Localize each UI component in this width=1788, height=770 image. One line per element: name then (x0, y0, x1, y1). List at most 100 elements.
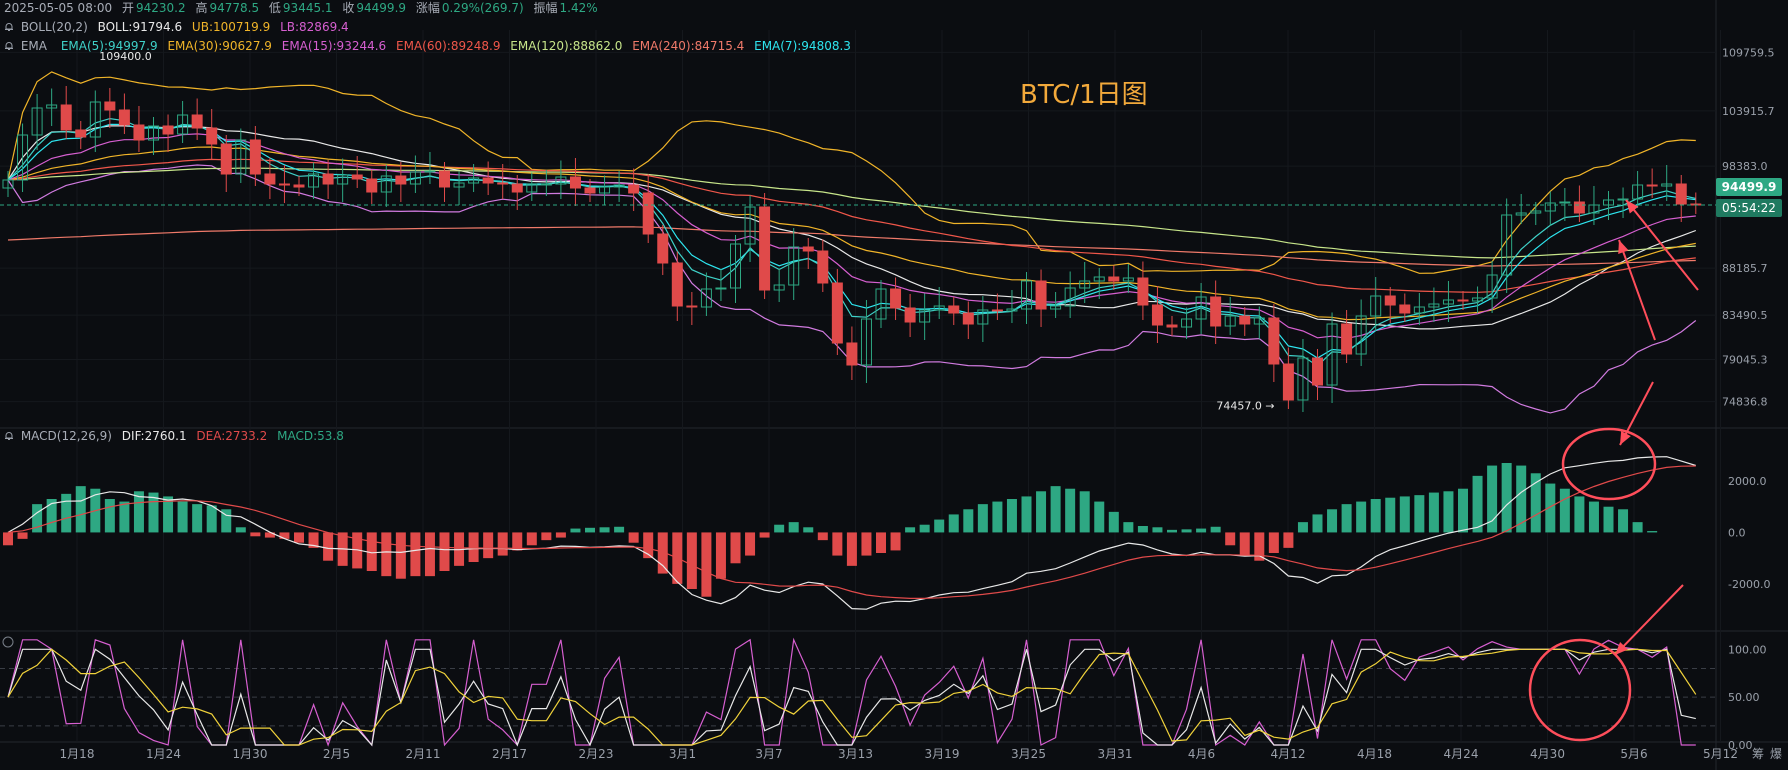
macd-histogram-bar (1152, 527, 1163, 533)
macd-histogram-bar (1370, 499, 1381, 533)
chart-canvas[interactable]: 1月18 1月24 1月30 2月5 2月11 2月17 2月23 3月1 3月7 3月13 3月1… (0, 0, 1788, 770)
macd-histogram-bar (1210, 526, 1221, 533)
candle-body (1268, 317, 1280, 365)
y-tick-label: 79045.3 (1722, 354, 1768, 367)
x-tick-label: 3月31 (1098, 747, 1133, 761)
macd-histogram-bar (1516, 465, 1527, 533)
macd-histogram-bar (701, 532, 712, 597)
osc-y-tick-label: 50.00 (1728, 691, 1760, 704)
current-price-tag: 94499.9 (1716, 178, 1782, 196)
macd-histogram-bar (1283, 532, 1294, 548)
liquidation-icon: 爆 (1770, 747, 1782, 761)
macd-histogram-bar (1094, 501, 1105, 533)
candle-body (162, 125, 174, 135)
macd-y-tick-label: 0.0 (1728, 526, 1746, 539)
macd-histogram-bar (963, 509, 974, 533)
candle-body (264, 173, 276, 185)
macd-histogram-bar (1603, 506, 1614, 533)
macd-histogram-bar (1472, 475, 1483, 533)
macd-histogram-bar (497, 532, 508, 556)
header-amp: 1.42% (559, 1, 598, 15)
macd-histogram-bar (832, 532, 843, 556)
candle-body (1312, 357, 1323, 386)
candle-body (671, 262, 683, 307)
x-tick-label: 1月30 (233, 747, 268, 761)
macd-histogram-bar (948, 514, 959, 533)
candle-body (715, 287, 727, 290)
annotation-arrow-1-head (1626, 200, 1639, 214)
macd-histogram-bar (133, 491, 144, 533)
macd-histogram-bar (1181, 529, 1192, 533)
header-low-label: 低 (268, 1, 281, 15)
macd-histogram-bar (1239, 532, 1250, 556)
macd-histogram-bar (1079, 491, 1090, 533)
macd-histogram-bar (381, 532, 392, 577)
bell-icon[interactable] (4, 431, 14, 441)
header-change-label: 涨幅 (415, 1, 440, 15)
header-open-label: 开 (121, 1, 134, 15)
macd-histogram-bar (250, 532, 261, 537)
boll-ub: UB:100719.9 (191, 20, 271, 34)
candle-body (1341, 323, 1353, 355)
candle-body (1239, 315, 1251, 325)
x-tick-label: 1月24 (146, 747, 181, 761)
header-close-label: 收 (342, 1, 355, 15)
candle-body (657, 233, 669, 264)
candle-body (1282, 363, 1294, 401)
macd-histogram-bar (1050, 486, 1061, 533)
ema-5-value: EMA(5):94997.9 (60, 39, 158, 53)
x-tick-label: 3月1 (669, 747, 696, 761)
chip-icon: 筹 (1752, 747, 1764, 761)
annotation-arrow-4 (1614, 584, 1684, 656)
candle-body (569, 176, 581, 189)
macd-histogram-bar (1225, 532, 1236, 546)
macd-histogram-bar (992, 501, 1003, 533)
macd-dea: DEA:2733.2 (196, 429, 268, 443)
macd-histogram-bar (104, 499, 115, 533)
macd-histogram-bar (759, 532, 770, 538)
ema-7-line (7, 123, 1696, 359)
ema-header: EMA EMA(5):94997.9 EMA(30):90627.9 EMA(1… (4, 38, 857, 54)
candle-body (817, 250, 829, 284)
candle-body (249, 139, 261, 175)
macd-histogram-bar (1065, 488, 1076, 533)
macd-histogram-bar (1647, 531, 1658, 533)
candle-body (322, 173, 334, 185)
candle-body (846, 342, 858, 366)
macd-histogram-bar (1632, 522, 1643, 533)
candle-body (482, 177, 494, 184)
macd-histogram-bar (1356, 501, 1367, 533)
boll-mid-line (7, 125, 1697, 330)
macd-histogram-bar (745, 532, 756, 556)
low-annotation: 74457.0 → (1216, 399, 1274, 412)
macd-histogram-bar (1268, 532, 1279, 553)
candle-body (439, 170, 450, 188)
candle-body (1457, 299, 1469, 302)
candle-body (1675, 183, 1687, 205)
macd-histogram-bar (628, 532, 639, 543)
bell-icon[interactable] (4, 22, 14, 32)
macd-histogram-bar (1618, 509, 1629, 533)
macd-histogram-bar (1588, 501, 1599, 533)
macd-histogram-bar (526, 532, 537, 546)
boll-upper-line (7, 71, 1696, 274)
ema-15-value: EMA(15):93244.6 (281, 39, 387, 53)
candle-body (991, 309, 1003, 312)
macd-histogram-bar (861, 532, 872, 556)
macd-histogram-bar (1458, 488, 1468, 533)
candle-body (948, 305, 960, 314)
macd-histogram-bar (1167, 529, 1177, 533)
macd-histogram-bar (1559, 488, 1570, 533)
boll-lb: LB:82869.4 (280, 20, 349, 34)
macd-histogram-bar (1341, 504, 1352, 533)
macd-histogram-bar (1297, 522, 1308, 533)
candle-body (1151, 304, 1163, 326)
ema-240-line (7, 226, 1696, 267)
macd-histogram-bar (3, 532, 13, 546)
macd-histogram-bar (468, 532, 479, 562)
macd-histogram-bar (1021, 496, 1032, 533)
ema-7-value: EMA(7):94808.3 (754, 39, 851, 53)
bell-icon[interactable] (4, 41, 14, 51)
macd-histogram-bar (715, 532, 726, 579)
boll-header: BOLL(20,2) BOLL:91794.6 UB:100719.9 LB:8… (4, 19, 355, 35)
